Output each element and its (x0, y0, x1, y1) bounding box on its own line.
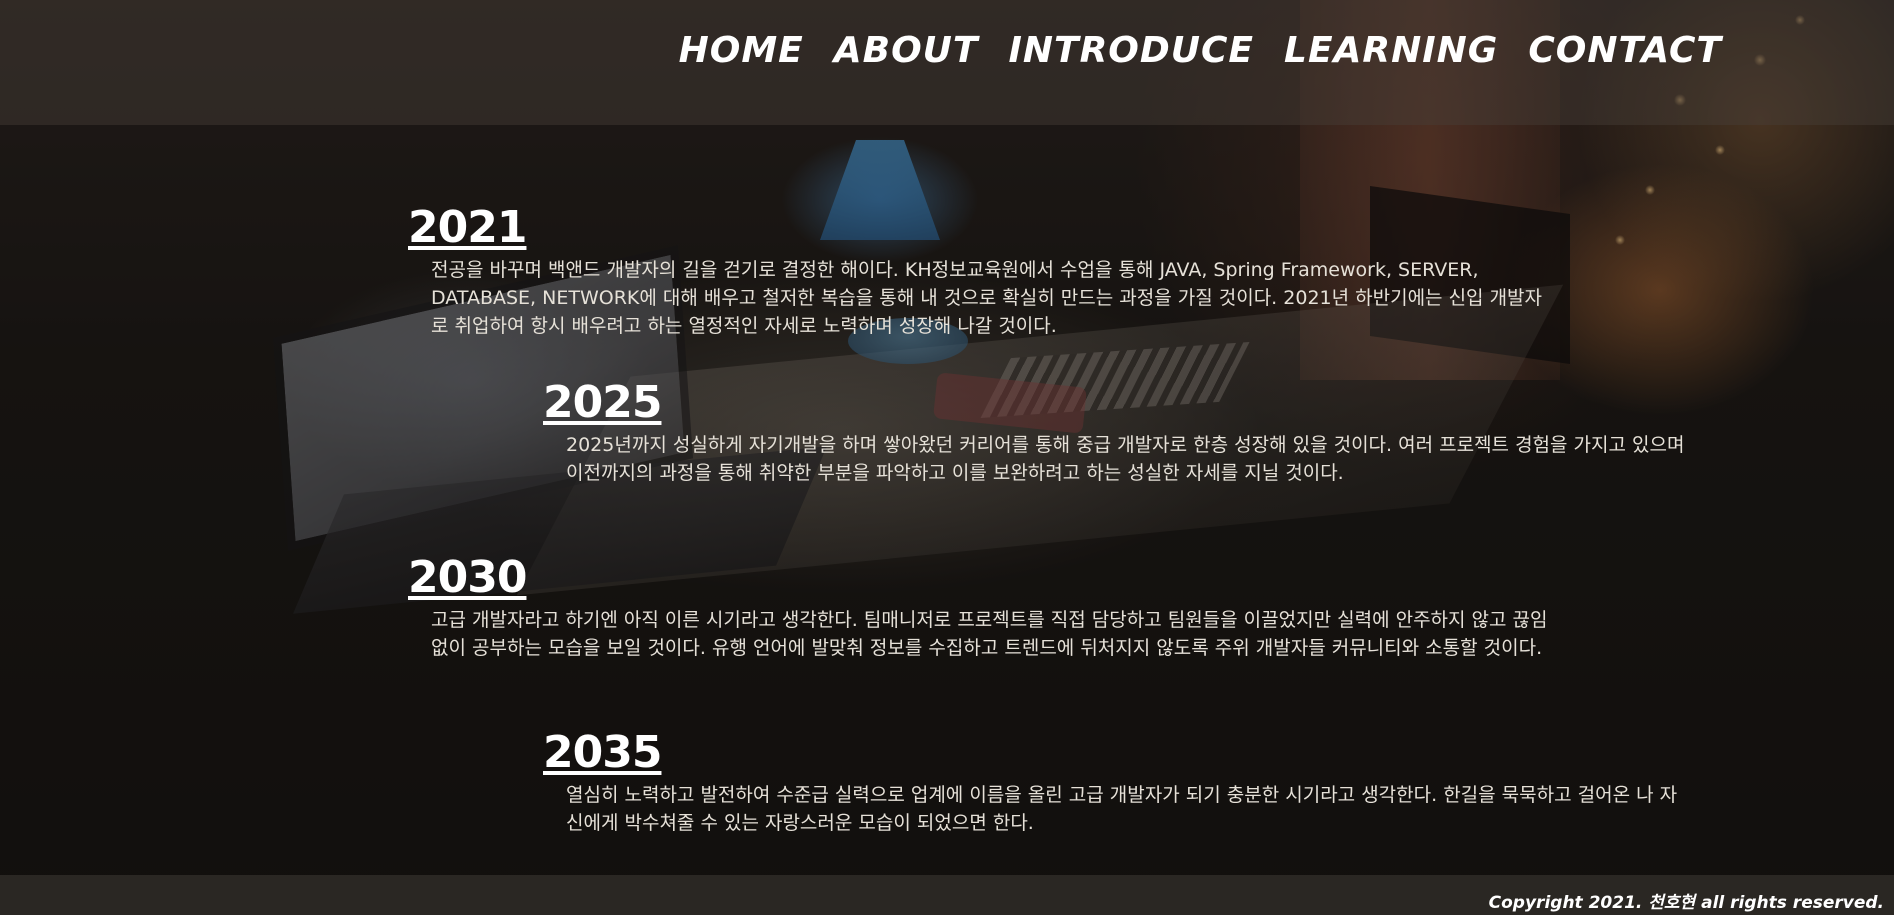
timeline-description: 2025년까지 성실하게 자기개발을 하며 쌓아왔던 커리어를 통해 중급 개발… (566, 434, 1685, 484)
site-footer: Copyright 2021. 천호현 all rights reserved. (0, 875, 1894, 915)
timeline-year: 2025 (543, 377, 662, 428)
copyright-text: Copyright 2021. 천호현 all rights reserved. (1488, 893, 1884, 913)
timeline-entry-2035: 2035 열심히 노력하고 발전하여 수준급 실력으로 업계에 이름을 올린 고… (543, 731, 1686, 837)
timeline-entry-2021: 2021 전공을 바꾸며 백앤드 개발자의 길을 걷기로 결정한 해이다. KH… (408, 206, 1551, 340)
timeline-entry-2030: 2030 고급 개발자라고 하기엔 아직 이른 시기라고 생각한다. 팀매니저로… (408, 556, 1551, 662)
timeline-year: 2030 (408, 552, 527, 603)
nav-home[interactable]: HOME (679, 30, 804, 71)
nav-introduce[interactable]: INTRODUCE (1008, 30, 1254, 71)
timeline-description: 고급 개발자라고 하기엔 아직 이른 시기라고 생각한다. 팀매니저로 프로젝트… (431, 609, 1548, 659)
timeline-year: 2035 (543, 727, 662, 778)
main-nav: HOME ABOUT INTRODUCE LEARNING CONTACT (679, 30, 1722, 71)
nav-about[interactable]: ABOUT (834, 30, 979, 71)
nav-contact[interactable]: CONTACT (1528, 30, 1722, 71)
timeline-year: 2021 (408, 202, 527, 253)
timeline-description: 열심히 노력하고 발전하여 수준급 실력으로 업계에 이름을 올린 고급 개발자… (566, 784, 1678, 834)
timeline-entry-2025: 2025 2025년까지 성실하게 자기개발을 하며 쌓아왔던 커리어를 통해 … (543, 381, 1686, 487)
nav-learning[interactable]: LEARNING (1284, 30, 1498, 71)
timeline-description: 전공을 바꾸며 백앤드 개발자의 길을 걷기로 결정한 해이다. KH정보교육원… (431, 259, 1543, 337)
site-header: HOME ABOUT INTRODUCE LEARNING CONTACT (0, 0, 1894, 125)
